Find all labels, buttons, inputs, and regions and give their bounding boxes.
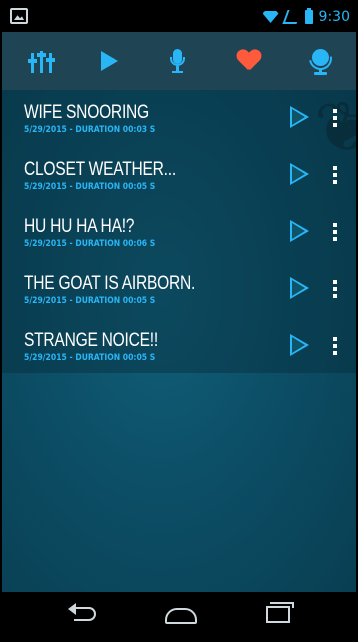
recording-meta: 5/29/2015 - DURATION 00:03 S [24, 125, 156, 135]
main-content: ❦ WIFE SNOORING 5/29/2015 - DURATION 00:… [2, 90, 356, 592]
list-item[interactable]: CLOSET WEATHER... 5/29/2015 - DURATION 0… [2, 147, 356, 204]
navigation-bar [2, 592, 356, 640]
recording-title: STRANGE NOICE!! [24, 330, 158, 351]
play-icon[interactable] [290, 334, 309, 356]
status-bar: 9:30 [2, 2, 356, 32]
status-icons: 9:30 [262, 7, 350, 27]
recording-meta: 5/29/2015 - DURATION 00:05 S [24, 353, 156, 363]
signal-icon [281, 10, 302, 24]
recent-apps-icon[interactable] [266, 602, 294, 623]
more-options-icon[interactable] [333, 166, 337, 184]
wifi-icon [262, 11, 279, 23]
globe-icon[interactable] [304, 42, 337, 75]
play-icon[interactable] [101, 51, 119, 71]
recording-title: WIFE SNOORING [24, 102, 149, 123]
list-item[interactable]: WIFE SNOORING 5/29/2015 - DURATION 00:03… [2, 90, 356, 147]
play-icon[interactable] [290, 163, 309, 185]
recording-title: CLOSET WEATHER... [24, 159, 176, 180]
play-icon[interactable] [290, 106, 309, 128]
more-options-icon[interactable] [333, 109, 337, 127]
list-item[interactable]: STRANGE NOICE!! 5/29/2015 - DURATION 00:… [2, 318, 356, 375]
top-toolbar [2, 32, 356, 90]
more-options-icon[interactable] [333, 337, 337, 355]
app-screen: 9:30 ❦ WIFE SNOORING 5/29/2015 - DURATIO… [0, 0, 358, 642]
equalizer-sliders-icon[interactable] [28, 47, 56, 75]
list-item[interactable]: THE GOAT IS AIRBORN. 5/29/2015 - DURATIO… [2, 261, 356, 318]
more-options-icon[interactable] [333, 280, 337, 298]
play-icon[interactable] [290, 220, 309, 242]
home-icon[interactable] [165, 608, 197, 624]
recording-meta: 5/29/2015 - DURATION 00:06 S [24, 239, 156, 249]
recording-meta: 5/29/2015 - DURATION 00:05 S [24, 296, 156, 306]
recording-title: THE GOAT IS AIRBORN. [24, 273, 196, 294]
list-item[interactable]: HU HU HA HA!? 5/29/2015 - DURATION 00:06… [2, 204, 356, 261]
image-icon [10, 8, 28, 24]
recording-list: ❦ WIFE SNOORING 5/29/2015 - DURATION 00:… [2, 90, 356, 373]
recording-meta: 5/29/2015 - DURATION 00:05 S [24, 182, 156, 192]
back-icon[interactable] [68, 603, 96, 623]
heart-icon[interactable] [237, 50, 261, 72]
recording-title: HU HU HA HA!? [24, 216, 135, 237]
microphone-icon[interactable] [164, 47, 192, 75]
battery-icon [304, 8, 313, 24]
more-options-icon[interactable] [333, 223, 337, 241]
status-time: 9:30 [318, 9, 350, 25]
play-icon[interactable] [290, 277, 309, 299]
